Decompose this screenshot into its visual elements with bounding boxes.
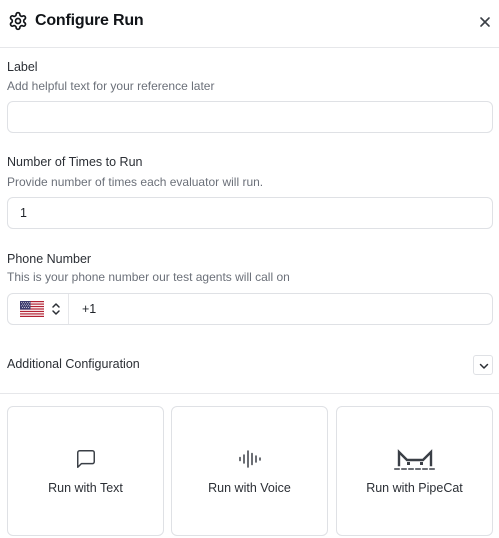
run-with-pipecat-label: Run with PipeCat: [366, 481, 463, 495]
phone-field-help: This is your phone number our test agent…: [7, 270, 290, 284]
us-flag-icon: [20, 301, 44, 317]
times-field-help: Provide number of times each evaluator w…: [7, 175, 264, 189]
chevrons-up-down-icon: [52, 303, 60, 315]
close-icon[interactable]: [477, 14, 493, 30]
gear-icon: [9, 11, 27, 31]
expand-button[interactable]: [473, 355, 493, 375]
audio-waveform-icon: [238, 450, 261, 468]
run-with-pipecat-button[interactable]: Run with PipeCat: [336, 406, 493, 536]
additional-configuration-label: Additional Configuration: [7, 357, 140, 371]
chevron-down-icon: [479, 363, 489, 369]
run-with-voice-button[interactable]: Run with Voice: [171, 406, 328, 536]
label-field-label: Label: [7, 60, 38, 74]
run-with-voice-label: Run with Voice: [208, 481, 291, 495]
phone-field-label: Phone Number: [7, 252, 92, 266]
dialog-title: Configure Run: [35, 12, 144, 29]
phone-number-input[interactable]: [70, 294, 492, 324]
pipecat-icon: [393, 449, 436, 470]
times-field-label: Number of Times to Run: [7, 155, 143, 169]
run-with-text-label: Run with Text: [48, 481, 123, 495]
times-to-run-input[interactable]: [7, 197, 493, 229]
message-square-icon: [76, 450, 95, 468]
additional-configuration-toggle[interactable]: Additional Configuration: [0, 348, 499, 394]
label-input[interactable]: [7, 101, 493, 133]
label-field-help: Add helpful text for your reference late…: [7, 79, 215, 93]
run-with-text-button[interactable]: Run with Text: [7, 406, 164, 536]
dialog-header: Configure Run: [0, 0, 499, 48]
country-code-select[interactable]: [8, 294, 69, 324]
phone-number-field: [7, 293, 493, 325]
